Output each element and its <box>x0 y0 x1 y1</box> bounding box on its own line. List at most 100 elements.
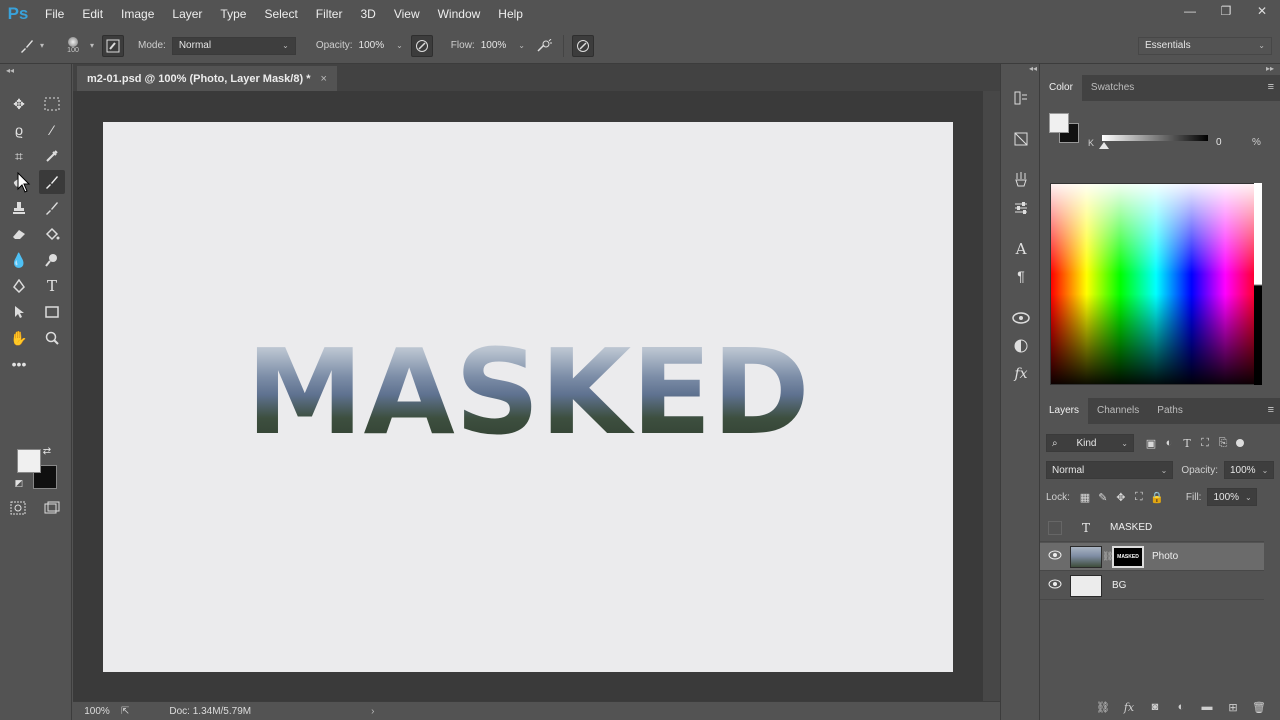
new-layer-icon[interactable]: ⊞ <box>1220 701 1246 714</box>
more-tools-icon[interactable]: ••• <box>6 352 32 376</box>
restore-button[interactable]: ❐ <box>1208 0 1244 22</box>
menu-edit[interactable]: Edit <box>73 0 112 28</box>
libraries-panel-icon[interactable] <box>1009 307 1033 329</box>
airbrush-icon[interactable] <box>533 35 555 57</box>
pen-tool-icon[interactable] <box>6 274 32 298</box>
marquee-tool-icon[interactable] <box>39 92 65 116</box>
collapse-toolbar-icon[interactable]: ◂◂ <box>6 66 14 75</box>
filter-adjustment-icon[interactable]: ◐ <box>1160 437 1178 449</box>
canvas-area[interactable]: MASKED <box>73 91 983 701</box>
color-spectrum[interactable] <box>1050 183 1262 385</box>
bg-thumbnail[interactable] <box>1070 574 1102 597</box>
properties-panel-icon[interactable] <box>1009 128 1033 150</box>
filter-toggle-icon[interactable] <box>1236 439 1244 447</box>
zoom-tool-icon[interactable] <box>39 326 65 350</box>
close-button[interactable]: ✕ <box>1244 0 1280 22</box>
brush-tool-icon[interactable] <box>39 170 65 194</box>
tab-channels[interactable]: Channels <box>1088 398 1148 424</box>
k-slider-track[interactable] <box>1102 135 1208 141</box>
filter-shape-icon[interactable]: ⛶ <box>1196 437 1214 450</box>
status-menu-arrow-icon[interactable]: › <box>371 706 374 717</box>
color-panel-foreground-swatch[interactable] <box>1049 113 1069 133</box>
paragraph-panel-icon[interactable]: ¶ <box>1009 265 1033 287</box>
link-layers-icon[interactable]: ⛓ <box>1090 701 1116 714</box>
eraser-tool-icon[interactable] <box>6 222 32 246</box>
quick-mask-icon[interactable] <box>5 496 31 520</box>
adjustment-layer-icon[interactable] <box>1009 335 1033 357</box>
foreground-color-swatch[interactable] <box>17 449 41 473</box>
eye-icon[interactable] <box>1040 579 1070 592</box>
k-slider-handle[interactable] <box>1099 142 1109 149</box>
filter-smart-object-icon[interactable]: ⎘ <box>1214 437 1232 450</box>
pressure-opacity-icon[interactable] <box>410 34 433 57</box>
grayscale-ramp[interactable] <box>1254 183 1262 385</box>
menu-image[interactable]: Image <box>112 0 163 28</box>
brush-settings-panel-icon[interactable] <box>102 34 125 57</box>
rectangle-tool-icon[interactable] <box>39 300 65 324</box>
styles-panel-icon[interactable]: fx <box>1009 363 1033 385</box>
layers-panel-menu-icon[interactable]: ≡ <box>1268 404 1274 416</box>
close-tab-icon[interactable]: × <box>320 73 326 85</box>
brush-size-picker[interactable]: 100 <box>62 37 84 54</box>
blend-mode-select[interactable]: Normal ⌄ <box>1046 461 1174 479</box>
lock-position-icon[interactable]: ✥ <box>1112 491 1130 504</box>
add-mask-icon[interactable]: ◙ <box>1142 701 1168 713</box>
export-icon[interactable]: ⇱ <box>121 706 129 717</box>
character-panel-icon[interactable]: A <box>1009 238 1033 260</box>
collapse-dock-icon[interactable]: ▸▸ <box>1266 64 1274 73</box>
chevron-down-icon[interactable]: ⌄ <box>518 41 525 50</box>
type-tool-icon[interactable]: T <box>39 274 65 298</box>
fill-input[interactable]: 100% ⌄ <box>1207 488 1258 506</box>
link-icon[interactable]: ⛓ <box>1102 551 1113 562</box>
layer-row[interactable]: T MASKED <box>1040 514 1264 542</box>
menu-3d[interactable]: 3D <box>351 0 384 28</box>
menu-filter[interactable]: Filter <box>307 0 352 28</box>
vertical-scrollbar[interactable] <box>983 91 1000 701</box>
chevron-down-icon[interactable]: ⌄ <box>396 41 403 50</box>
menu-file[interactable]: File <box>36 0 73 28</box>
pressure-size-icon[interactable] <box>571 34 594 57</box>
photo-thumbnail[interactable] <box>1070 545 1102 568</box>
move-tool-icon[interactable]: ✥ <box>6 92 32 116</box>
swap-colors-icon[interactable]: ⇄ <box>40 445 54 457</box>
new-group-icon[interactable]: ▬ <box>1194 701 1220 713</box>
filter-pixel-icon[interactable]: ▣ <box>1142 437 1160 450</box>
layer-row-selected[interactable]: ⛓ MASKED Photo <box>1040 543 1264 571</box>
lock-image-icon[interactable]: ✎ <box>1094 491 1112 504</box>
menu-view[interactable]: View <box>385 0 429 28</box>
mode-select[interactable]: Normal ⌄ <box>171 36 296 55</box>
lasso-tool-icon[interactable]: ϱ <box>6 118 32 142</box>
crop-tool-icon[interactable]: ⌗ <box>6 144 32 168</box>
default-colors-icon[interactable]: ◩ <box>12 477 26 489</box>
eye-icon[interactable] <box>1040 550 1070 563</box>
dodge-tool-icon[interactable] <box>39 248 65 272</box>
minimize-button[interactable]: — <box>1172 0 1208 22</box>
flow-value[interactable]: 100% <box>481 40 507 51</box>
tab-paths[interactable]: Paths <box>1148 398 1192 424</box>
brushes-panel-icon[interactable] <box>1009 168 1033 190</box>
menu-select[interactable]: Select <box>255 0 306 28</box>
zoom-level[interactable]: 100% <box>73 706 121 717</box>
screen-mode-icon[interactable] <box>39 496 65 520</box>
document-tab[interactable]: m2-01.psd @ 100% (Photo, Layer Mask/8) *… <box>77 66 337 91</box>
color-panel-menu-icon[interactable]: ≡ <box>1268 81 1274 93</box>
lock-artboard-icon[interactable]: ⛶ <box>1130 491 1148 504</box>
collapse-panels-icon[interactable]: ◂◂ <box>1029 64 1037 73</box>
delete-layer-icon[interactable]: 🗑 <box>1246 701 1272 714</box>
menu-type[interactable]: Type <box>211 0 255 28</box>
history-brush-tool-icon[interactable] <box>39 196 65 220</box>
layer-opacity-input[interactable]: 100% ⌄ <box>1224 461 1274 479</box>
clone-stamp-tool-icon[interactable] <box>6 196 32 220</box>
path-selection-tool-icon[interactable] <box>6 300 32 324</box>
eyedropper-tool-icon[interactable] <box>39 144 65 168</box>
tab-color[interactable]: Color <box>1040 75 1082 101</box>
menu-layer[interactable]: Layer <box>163 0 211 28</box>
workspace-select[interactable]: Essentials ⌄ <box>1138 36 1272 55</box>
adjustments-panel-icon[interactable] <box>1009 197 1033 219</box>
new-adjustment-layer-icon[interactable]: ◐ <box>1168 701 1194 713</box>
lock-transparent-icon[interactable]: ▦ <box>1076 491 1094 504</box>
lock-all-icon[interactable]: 🔒 <box>1148 491 1166 504</box>
layer-row[interactable]: BG <box>1040 572 1264 600</box>
layer-mask-thumbnail[interactable]: MASKED <box>1112 545 1144 568</box>
brush-tool-preset-icon[interactable] <box>16 35 38 57</box>
